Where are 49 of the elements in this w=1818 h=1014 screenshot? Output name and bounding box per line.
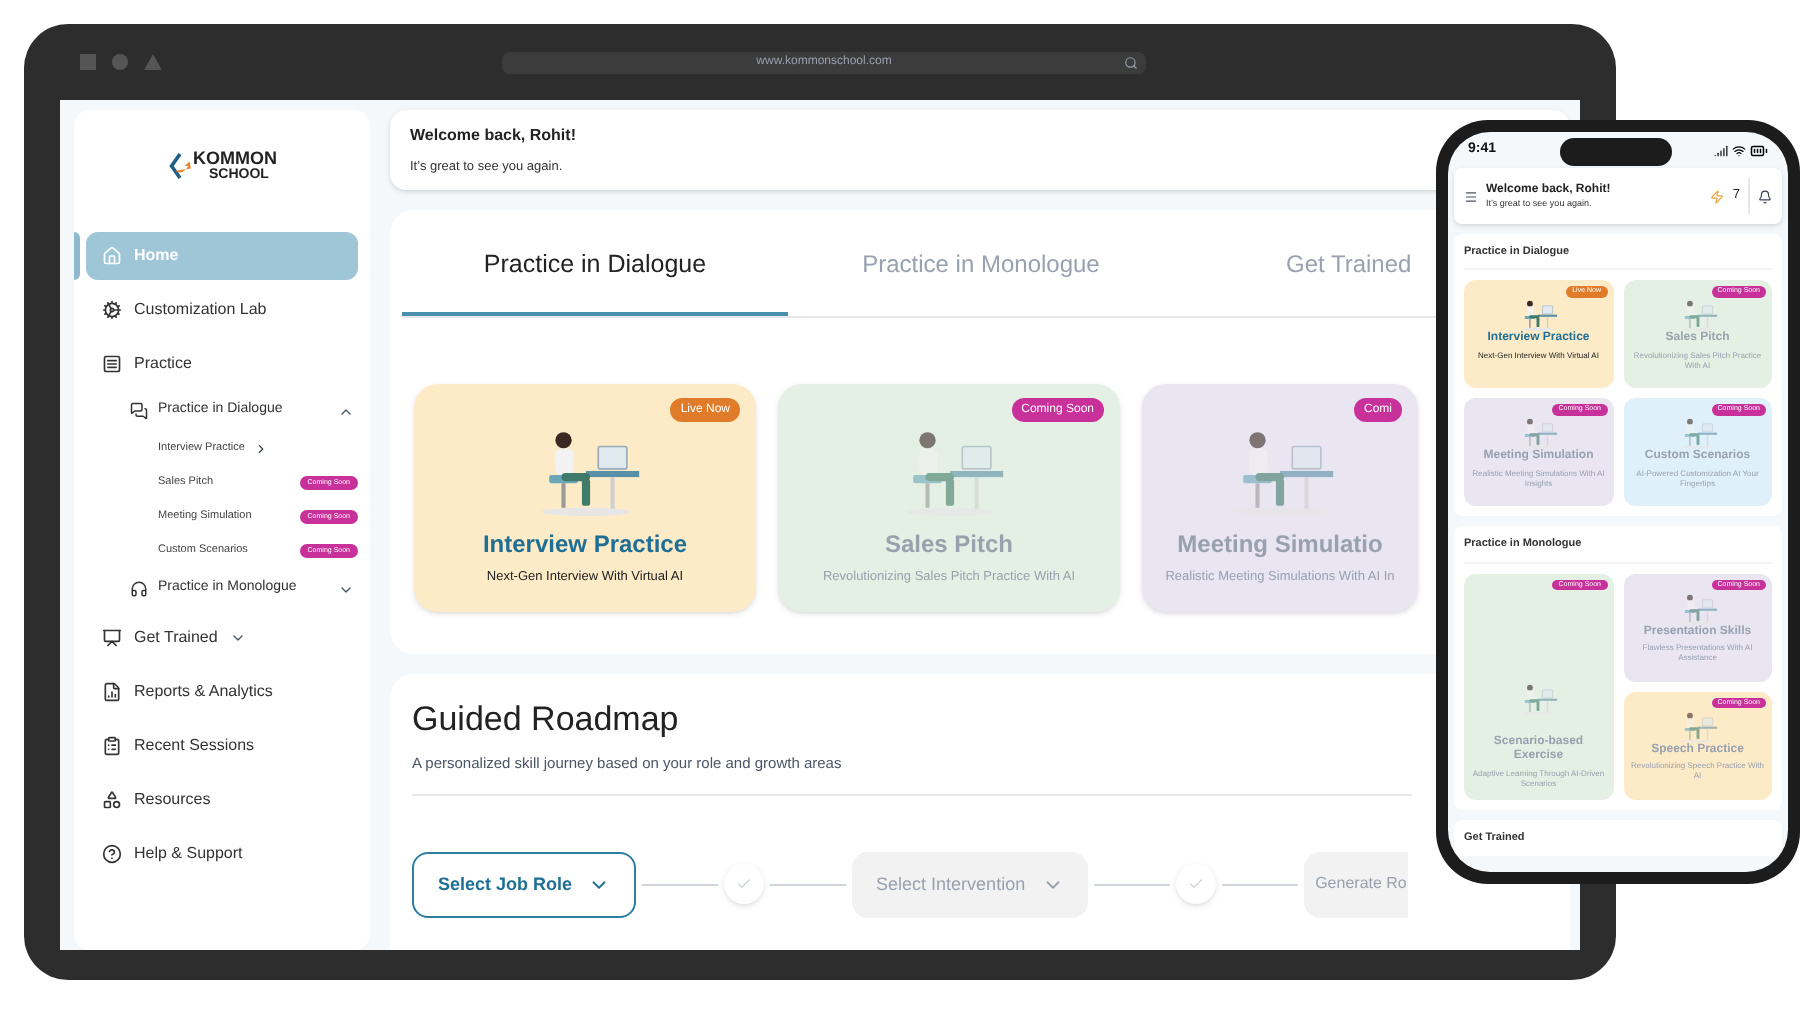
camera-notch (1560, 138, 1672, 166)
check-icon (736, 876, 753, 893)
signal-icon (1714, 143, 1728, 157)
nav-label: Recent Sessions (134, 733, 255, 757)
search-icon (1124, 55, 1138, 69)
card-title: Meeting Simulatio (1177, 528, 1383, 563)
nav-label: Get Trained (134, 625, 218, 649)
nav-label: Reports & Analytics (134, 679, 273, 703)
nav-item[interactable]: Customization Lab (86, 285, 358, 333)
tab[interactable]: Practice in Dialogue (402, 218, 788, 316)
triangle-icon (144, 54, 162, 70)
card-title: Sales Pitch (884, 528, 1014, 563)
nav-label: Resources (134, 787, 211, 811)
report-icon (102, 681, 122, 701)
nav-item[interactable]: Reports & Analytics (86, 667, 358, 715)
wifi-icon (1732, 143, 1746, 157)
nav-item[interactable]: Practice (86, 339, 358, 387)
nav-label: Help & Support (134, 841, 243, 865)
select-dropdown[interactable]: Select Job Role (412, 851, 637, 918)
lightning-icon (1710, 189, 1725, 203)
nav-label: Practice (134, 351, 192, 375)
nav-label: Customization Lab (134, 297, 267, 321)
logo-icon (167, 150, 191, 182)
home-icon (102, 245, 122, 265)
list-icon (102, 353, 122, 373)
battery-icon (1750, 141, 1768, 159)
headset-icon (130, 580, 148, 598)
selection-indicator (74, 231, 80, 279)
shapes-icon (102, 789, 122, 809)
help-icon (102, 843, 122, 863)
gear-icon (102, 299, 122, 319)
card-title: Interview Practice (482, 528, 688, 563)
logo-text: KOMMON (193, 150, 277, 168)
figure-at-desk-drawing (1516, 298, 1561, 333)
check-icon (1187, 876, 1204, 893)
presentation-board-icon (102, 627, 122, 647)
clipboard-icon (102, 735, 122, 755)
menu-icon[interactable] (1464, 189, 1478, 203)
welcome-title: Welcome back, Rohit! (410, 124, 576, 148)
nav-item[interactable]: Recent Sessions (86, 721, 358, 769)
nav-item[interactable]: Resources (86, 775, 358, 823)
chevron-right-icon (254, 442, 269, 456)
square-icon (80, 54, 96, 70)
nav-item[interactable]: Get Trained (86, 613, 358, 661)
nav-label: Home (134, 243, 179, 267)
bell-icon[interactable] (1758, 189, 1772, 203)
roadmap-title: Guided Roadmap (412, 698, 679, 742)
chat-icon (130, 402, 148, 420)
nav-item[interactable]: Help & Support (86, 829, 358, 877)
